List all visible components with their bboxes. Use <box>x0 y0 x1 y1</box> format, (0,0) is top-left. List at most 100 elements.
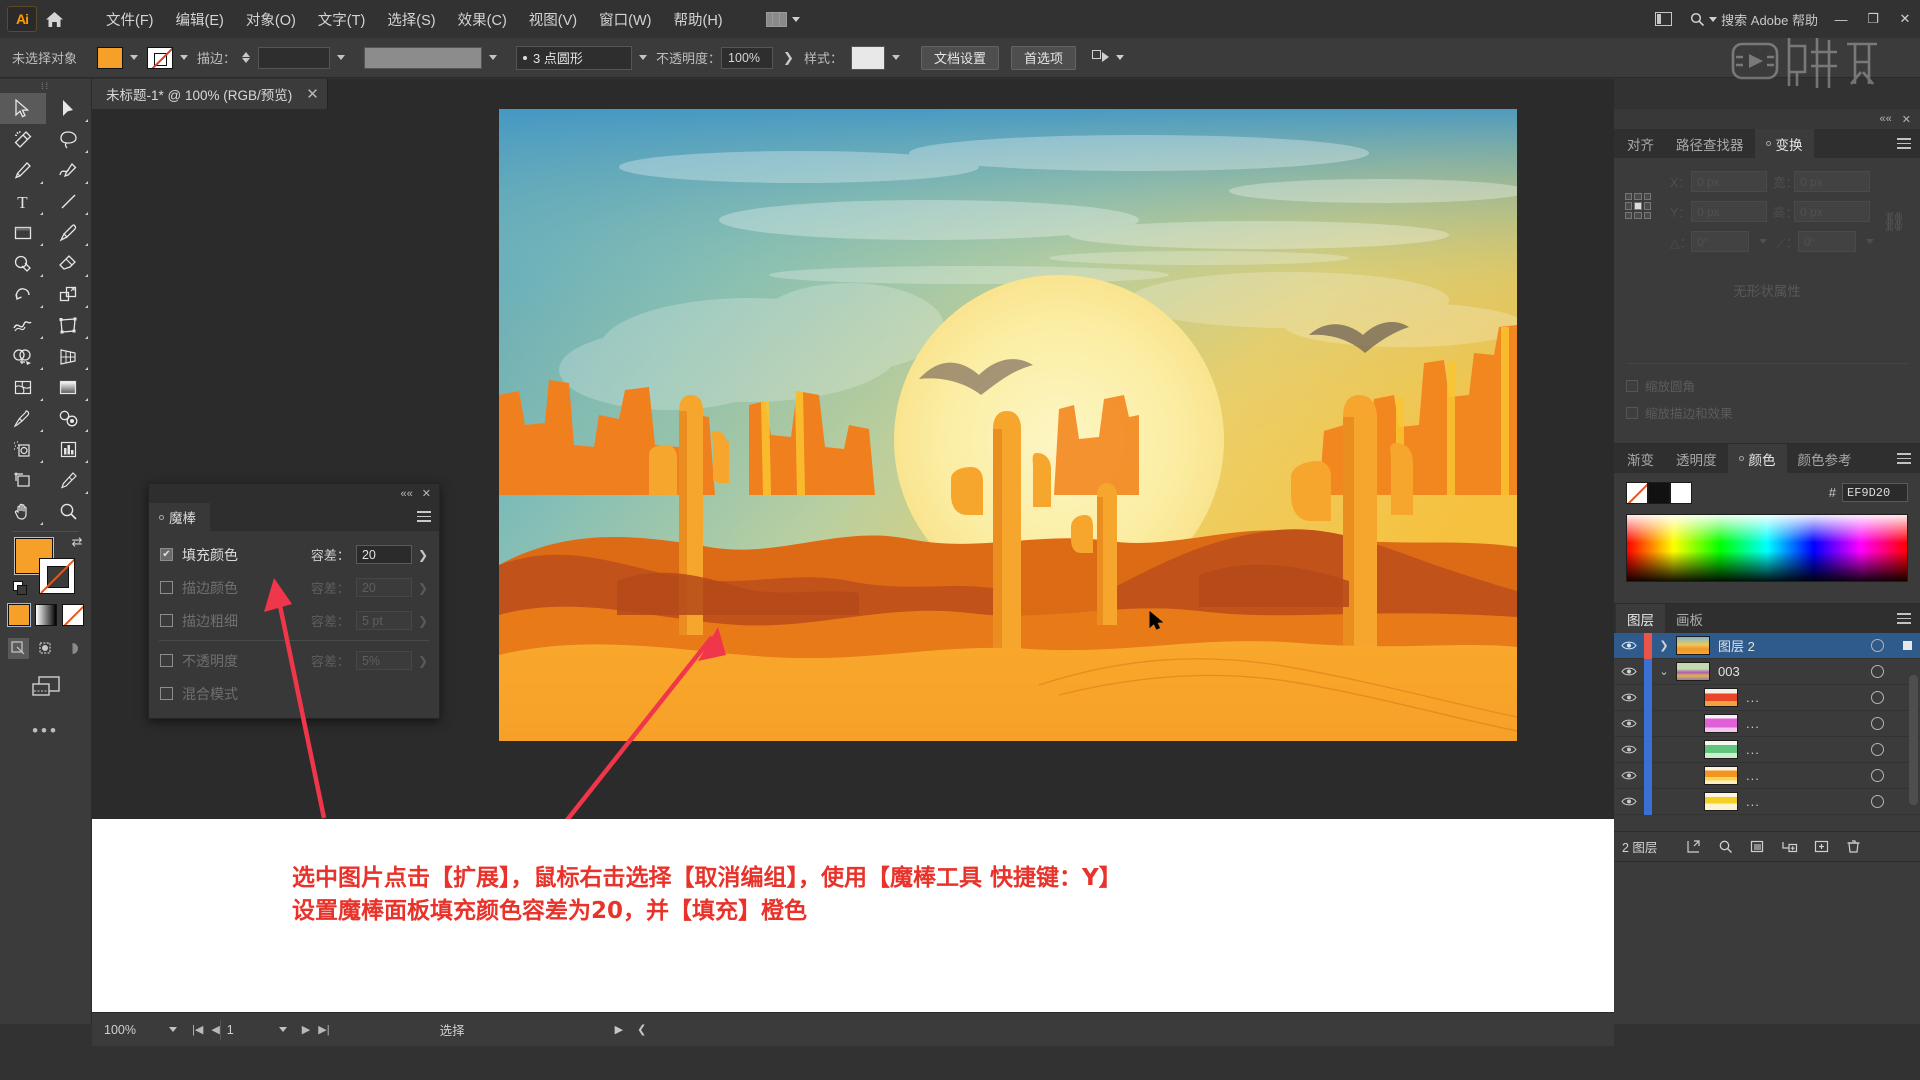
arrange-documents-icon[interactable] <box>1650 9 1676 29</box>
target-indicator-icon[interactable] <box>1871 717 1884 730</box>
variable-width-profile-field[interactable] <box>364 46 483 69</box>
stroke-swatch-large[interactable] <box>38 558 75 594</box>
stroke-dropdown-icon[interactable] <box>180 55 189 60</box>
tab-artboards[interactable]: 画板 <box>1665 604 1714 633</box>
search-help[interactable]: 搜索 Adobe 帮助 <box>1684 8 1824 31</box>
menu-file[interactable]: 文件(F) <box>95 4 165 35</box>
column-graph-tool[interactable] <box>46 434 92 465</box>
edit-toolbar-button[interactable]: ••• <box>0 721 91 741</box>
visibility-toggle-icon[interactable] <box>1614 796 1644 807</box>
close-icon[interactable]: ✕ <box>1902 113 1911 126</box>
layer-name[interactable]: ... <box>1746 794 1920 809</box>
magic-wand-row-stroke-color[interactable]: 描边颜色 容差： 20 ❯ <box>149 571 439 604</box>
screen-mode-button[interactable] <box>0 673 91 701</box>
blending-mode-checkbox[interactable] <box>160 687 173 700</box>
make-clipping-mask-icon[interactable] <box>1741 835 1773 859</box>
eraser-tool[interactable] <box>46 248 92 279</box>
collapse-icon[interactable]: «« <box>401 488 413 500</box>
ref-tc[interactable] <box>1634 193 1642 201</box>
layer-row-003[interactable]: ⌄ 003 <box>1614 658 1920 685</box>
tab-color-guide[interactable]: 颜色参考 <box>1787 444 1863 473</box>
fill-tolerance-input[interactable]: 20 <box>355 545 412 564</box>
window-maximize-button[interactable]: ❐ <box>1858 0 1888 38</box>
menu-effect[interactable]: 效果(C) <box>447 4 518 35</box>
layers-scrollbar[interactable] <box>1909 675 1918 805</box>
draw-normal-mode[interactable] <box>8 638 29 659</box>
hand-tool[interactable] <box>0 496 46 527</box>
last-artboard-icon[interactable]: ▶| <box>318 1023 329 1036</box>
layer-row-layer2[interactable]: ❯ 图层 2 <box>1614 632 1920 659</box>
visibility-toggle-icon[interactable] <box>1614 770 1644 781</box>
ref-tl[interactable] <box>1625 193 1633 201</box>
rotate-input[interactable]: 0° <box>1691 231 1749 252</box>
gradient-tool[interactable] <box>46 372 92 403</box>
collapse-sublayer-icon[interactable]: ⌄ <box>1652 665 1676 678</box>
menu-view[interactable]: 视图(V) <box>518 4 588 35</box>
width-input[interactable]: 0 px <box>1794 171 1870 192</box>
toolbar-grip[interactable]: ⁞⁞ <box>0 79 91 93</box>
ref-mc[interactable] <box>1634 202 1642 210</box>
menu-help[interactable]: 帮助(H) <box>662 4 733 35</box>
pen-tool[interactable] <box>0 155 46 186</box>
swatch-black[interactable] <box>1648 482 1670 504</box>
new-sublayer-icon[interactable] <box>1773 835 1805 859</box>
ref-mr[interactable] <box>1643 202 1651 210</box>
fill-tolerance-slider-icon[interactable]: ❯ <box>418 548 428 562</box>
slice-tool[interactable] <box>46 465 92 496</box>
tab-magic-wand[interactable]: 魔棒 <box>149 503 210 531</box>
swatch-none[interactable] <box>1626 482 1648 504</box>
tab-transparency[interactable]: 透明度 <box>1665 444 1728 473</box>
layer-row-sub-5[interactable]: ... <box>1614 788 1920 815</box>
first-artboard-icon[interactable]: |◀ <box>192 1023 203 1036</box>
layer-name[interactable]: ... <box>1746 690 1920 705</box>
stroke-weight-input[interactable] <box>258 46 331 69</box>
shear-input[interactable]: 0° <box>1798 231 1856 252</box>
ref-bc[interactable] <box>1634 211 1642 219</box>
stroke-weight-dropdown-icon[interactable] <box>337 55 346 60</box>
artboard-tool[interactable] <box>0 465 46 496</box>
menu-object[interactable]: 对象(O) <box>235 4 307 35</box>
prev-artboard-icon[interactable]: ◀ <box>211 1023 219 1036</box>
expand-layer-icon[interactable]: ❯ <box>1652 639 1676 652</box>
stroke-weight-stepper[interactable] <box>242 52 251 63</box>
artboard[interactable] <box>499 109 1517 741</box>
menu-type[interactable]: 文字(T) <box>307 4 377 35</box>
document-tab[interactable]: 未标题-1* @ 100% (RGB/预览) ✕ <box>92 79 328 109</box>
type-tool[interactable]: T <box>0 186 46 217</box>
color-spectrum-ramp[interactable] <box>1626 514 1908 582</box>
tab-color[interactable]: 颜色 <box>1727 444 1787 473</box>
shaper-tool[interactable] <box>0 248 46 279</box>
visibility-toggle-icon[interactable] <box>1614 718 1644 729</box>
curvature-tool[interactable] <box>46 155 92 186</box>
menu-select[interactable]: 选择(S) <box>376 4 446 35</box>
magic-wand-row-opacity[interactable]: 不透明度 容差： 5% ❯ <box>149 644 439 677</box>
opacity-options-icon[interactable]: ❯ <box>783 50 794 66</box>
locate-object-icon[interactable] <box>1677 835 1709 859</box>
shear-dropdown-icon[interactable] <box>1866 239 1874 244</box>
opacity-input[interactable]: 100% <box>721 46 774 69</box>
panel-menu-icon[interactable] <box>1897 138 1911 152</box>
default-fill-stroke-icon[interactable] <box>12 581 28 596</box>
panel-menu-icon[interactable] <box>1897 613 1911 627</box>
visibility-toggle-icon[interactable] <box>1614 640 1644 651</box>
new-layer-icon[interactable] <box>1805 835 1837 859</box>
tab-layers[interactable]: 图层 <box>1616 604 1665 633</box>
menu-window[interactable]: 窗口(W) <box>588 4 662 35</box>
window-close-button[interactable]: ✕ <box>1890 0 1920 38</box>
scale-corners-option[interactable]: 缩放圆角 <box>1626 376 1695 395</box>
close-icon[interactable]: ✕ <box>422 487 431 500</box>
swatch-white[interactable] <box>1670 482 1692 504</box>
direct-selection-tool[interactable] <box>46 93 92 124</box>
free-transform-tool[interactable] <box>46 310 92 341</box>
rotate-tool[interactable] <box>0 279 46 310</box>
delete-layer-icon[interactable] <box>1837 835 1869 859</box>
magic-wand-row-fill-color[interactable]: ✔ 填充颜色 容差： 20 ❯ <box>149 538 439 571</box>
magic-wand-panel[interactable]: «« ✕ 魔棒 ✔ 填充颜色 容差： 20 ❯ 描边颜色 容差： 20 ❯ 描边… <box>148 483 440 719</box>
stroke-color-checkbox[interactable] <box>160 581 173 594</box>
color-mode-color[interactable] <box>6 603 31 627</box>
style-dropdown-icon[interactable] <box>891 55 900 60</box>
visibility-toggle-icon[interactable] <box>1614 744 1644 755</box>
scale-tool[interactable] <box>46 279 92 310</box>
tab-transform[interactable]: 变换 <box>1754 129 1814 158</box>
color-mode-gradient[interactable] <box>34 604 57 626</box>
